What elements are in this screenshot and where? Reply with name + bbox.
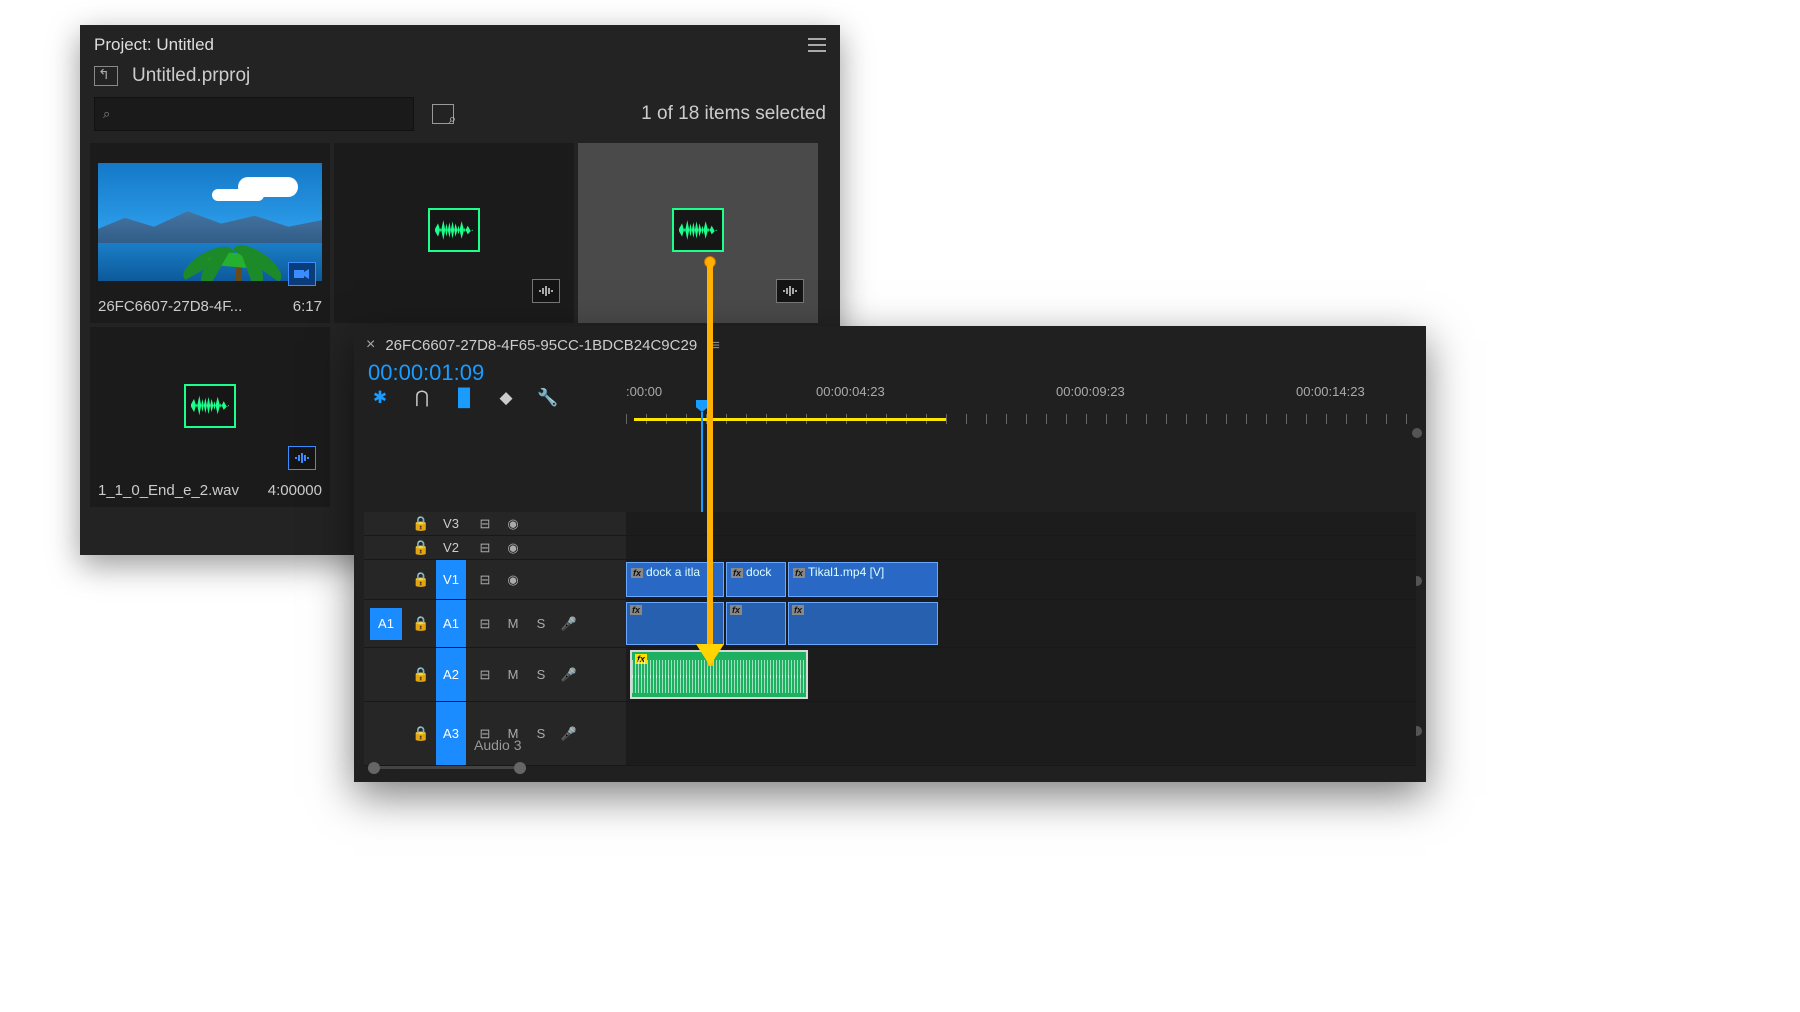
lock-icon[interactable]: 🔒 bbox=[412, 571, 426, 588]
snap-icon[interactable]: ⋂ bbox=[412, 388, 432, 408]
eye-icon[interactable]: ◉ bbox=[504, 515, 522, 533]
solo-button[interactable]: S bbox=[532, 666, 550, 684]
settings-icon[interactable]: 🔧 bbox=[538, 388, 558, 408]
audio-waveform-icon bbox=[672, 208, 724, 252]
sync-lock-icon[interactable]: ⊟ bbox=[476, 571, 494, 589]
lock-icon[interactable]: 🔒 bbox=[412, 725, 426, 742]
ruler-tick: 00:00:09:23 bbox=[1056, 384, 1125, 399]
track-v3: 🔒 V3 ⊟ ◉ bbox=[364, 512, 1416, 536]
timeline-panel: × 26FC6607-27D8-4F65-95CC-1BDCB24C9C29 ≡… bbox=[354, 326, 1426, 782]
audio-badge-icon bbox=[776, 279, 804, 303]
sync-lock-icon[interactable]: ⊟ bbox=[476, 539, 494, 557]
track-name: Audio 3 bbox=[474, 737, 521, 753]
sync-lock-icon[interactable]: ⊟ bbox=[476, 515, 494, 533]
eye-icon[interactable]: ◉ bbox=[504, 571, 522, 589]
lock-icon[interactable]: 🔒 bbox=[412, 539, 426, 556]
audio-clip[interactable]: fx bbox=[726, 602, 786, 645]
selection-count: 1 of 18 items selected bbox=[641, 103, 826, 125]
audio-clip[interactable]: fx bbox=[788, 602, 938, 645]
movie-badge-icon bbox=[288, 262, 316, 286]
asset-duration: 4:00000 bbox=[268, 482, 322, 499]
sync-lock-icon[interactable]: ⊟ bbox=[476, 666, 494, 684]
sync-lock-icon[interactable]: ⊟ bbox=[476, 615, 494, 633]
audio-waveform-icon bbox=[184, 384, 236, 428]
voiceover-icon[interactable]: 🎤 bbox=[560, 666, 578, 684]
zoom-handle-right[interactable] bbox=[514, 762, 526, 774]
markers-icon[interactable]: ◆ bbox=[496, 388, 516, 408]
asset-duration: 6:17 bbox=[293, 298, 322, 315]
lock-icon[interactable]: 🔒 bbox=[412, 515, 426, 532]
mute-button[interactable]: M bbox=[504, 666, 522, 684]
lock-icon[interactable]: 🔒 bbox=[412, 666, 426, 683]
track-label[interactable]: A3 bbox=[436, 702, 466, 765]
ruler-tick: :00:00 bbox=[626, 384, 662, 399]
asset-label: 1_1_0_End_e_2.wav bbox=[98, 482, 239, 499]
asset-item[interactable]: 1_1_0_End_e_2.wav 4:00000 bbox=[90, 327, 330, 507]
audio-badge-icon bbox=[532, 279, 560, 303]
track-a1: A1 🔒 A1 ⊟ M S 🎤 fx fx fx bbox=[364, 600, 1416, 648]
sequence-name: 26FC6607-27D8-4F65-95CC-1BDCB24C9C29 bbox=[385, 337, 697, 354]
track-label[interactable]: A1 bbox=[436, 600, 466, 647]
ruler-tick: 00:00:14:23 bbox=[1296, 384, 1365, 399]
work-area-bar[interactable] bbox=[634, 418, 946, 421]
track-a2: 🔒 A2 ⊟ M S 🎤 fx bbox=[364, 648, 1416, 702]
solo-button[interactable]: S bbox=[532, 725, 550, 743]
panel-menu-icon[interactable] bbox=[808, 38, 826, 52]
search-input[interactable]: ⌕ bbox=[94, 97, 414, 131]
zoom-handle-left[interactable] bbox=[368, 762, 380, 774]
voiceover-icon[interactable]: 🎤 bbox=[560, 725, 578, 743]
ruler-tick: 00:00:04:23 bbox=[816, 384, 885, 399]
project-title: Project: Untitled bbox=[94, 35, 214, 55]
mute-button[interactable]: M bbox=[504, 615, 522, 633]
tracks-area: 🔒 V3 ⊟ ◉ 🔒 V2 ⊟ ◉ 🔒 V1 ⊟ ◉ bbox=[364, 512, 1416, 760]
video-clip[interactable]: fxdock bbox=[726, 562, 786, 597]
voiceover-icon[interactable]: 🎤 bbox=[560, 615, 578, 633]
asset-item[interactable]: 26FC6607-27D8-4F... 6:17 bbox=[90, 143, 330, 323]
close-icon[interactable]: × bbox=[366, 336, 375, 354]
track-label[interactable]: V2 bbox=[436, 536, 466, 560]
video-clip[interactable]: fxTikal1.mp4 [V] bbox=[788, 562, 938, 597]
audio-waveform-icon bbox=[428, 208, 480, 252]
track-v1: 🔒 V1 ⊟ ◉ fxdock a itla fxdock fxTikal1.m… bbox=[364, 560, 1416, 600]
solo-button[interactable]: S bbox=[532, 615, 550, 633]
source-patch[interactable]: A1 bbox=[370, 608, 402, 640]
zoom-bar[interactable] bbox=[380, 766, 514, 769]
lock-icon[interactable]: 🔒 bbox=[412, 615, 426, 632]
asset-item[interactable] bbox=[334, 143, 574, 323]
eye-icon[interactable]: ◉ bbox=[504, 539, 522, 557]
insert-overwrite-icon[interactable]: ✱ bbox=[370, 388, 390, 408]
track-a3: 🔒 A3 ⊟ M S 🎤 Audio 3 bbox=[364, 702, 1416, 766]
asset-item-selected[interactable] bbox=[578, 143, 818, 323]
scroll-handle[interactable] bbox=[1412, 428, 1422, 438]
asset-label: 26FC6607-27D8-4F... bbox=[98, 298, 242, 315]
folder-up-icon[interactable] bbox=[94, 66, 118, 86]
linked-selection-icon[interactable]: ▐▌ bbox=[454, 388, 474, 408]
track-label[interactable]: V3 bbox=[436, 512, 466, 536]
audio-badge-icon bbox=[288, 446, 316, 470]
project-filename: Untitled.prproj bbox=[132, 65, 250, 87]
track-label[interactable]: A2 bbox=[436, 648, 466, 701]
track-label[interactable]: V1 bbox=[436, 560, 466, 599]
track-v2: 🔒 V2 ⊟ ◉ bbox=[364, 536, 1416, 560]
find-in-bin-icon[interactable] bbox=[432, 104, 454, 124]
